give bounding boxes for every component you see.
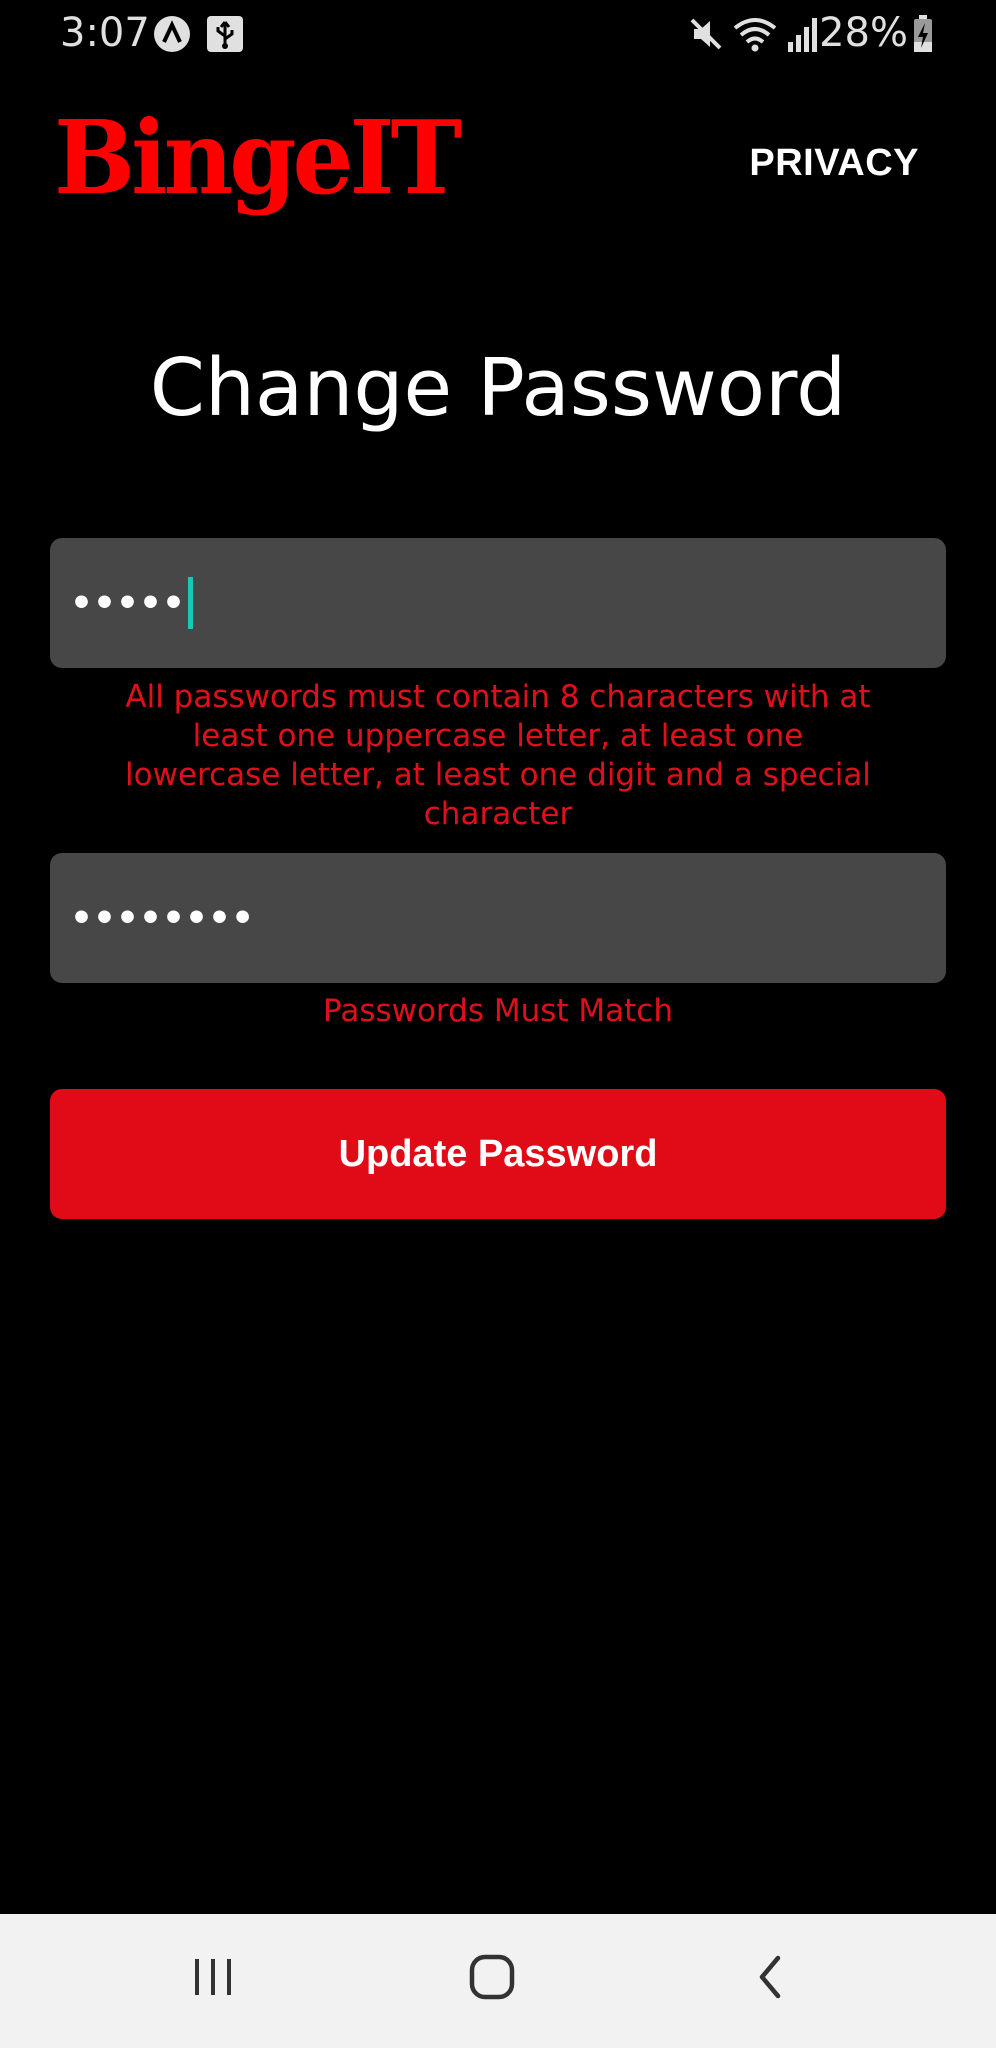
password-requirements-error: All passwords must contain 8 characters … xyxy=(125,679,871,832)
recent-apps-button[interactable] xyxy=(163,1934,263,2024)
back-icon xyxy=(750,1952,790,2007)
recent-apps-icon xyxy=(191,1955,235,2004)
system-nav-bar xyxy=(0,1914,996,2048)
new-password-value: ••••• xyxy=(70,582,186,624)
battery-percentage: 28% xyxy=(819,10,908,56)
mute-icon xyxy=(686,14,726,54)
status-bar: 3:07 28% xyxy=(0,0,996,70)
back-button[interactable] xyxy=(720,1934,820,2024)
new-password-field[interactable]: ••••• xyxy=(50,538,946,668)
home-button[interactable] xyxy=(442,1934,542,2024)
confirm-password-value: •••••••• xyxy=(70,897,255,939)
page-title: Change Password xyxy=(149,342,847,434)
signal-icon xyxy=(786,14,820,54)
wifi-icon xyxy=(732,14,778,54)
status-time: 3:07 xyxy=(60,10,150,56)
home-icon xyxy=(467,1952,517,2007)
app-notification-icon xyxy=(152,14,192,54)
privacy-link[interactable]: PRIVACY xyxy=(749,142,919,185)
battery-charging-icon xyxy=(912,14,934,54)
app-logo: BingeIT xyxy=(54,98,462,218)
password-match-error: Passwords Must Match xyxy=(323,993,673,1029)
text-caret xyxy=(188,577,194,629)
usb-icon xyxy=(205,14,245,54)
confirm-password-field[interactable]: •••••••• xyxy=(50,853,946,983)
update-password-button[interactable]: Update Password xyxy=(50,1089,946,1219)
